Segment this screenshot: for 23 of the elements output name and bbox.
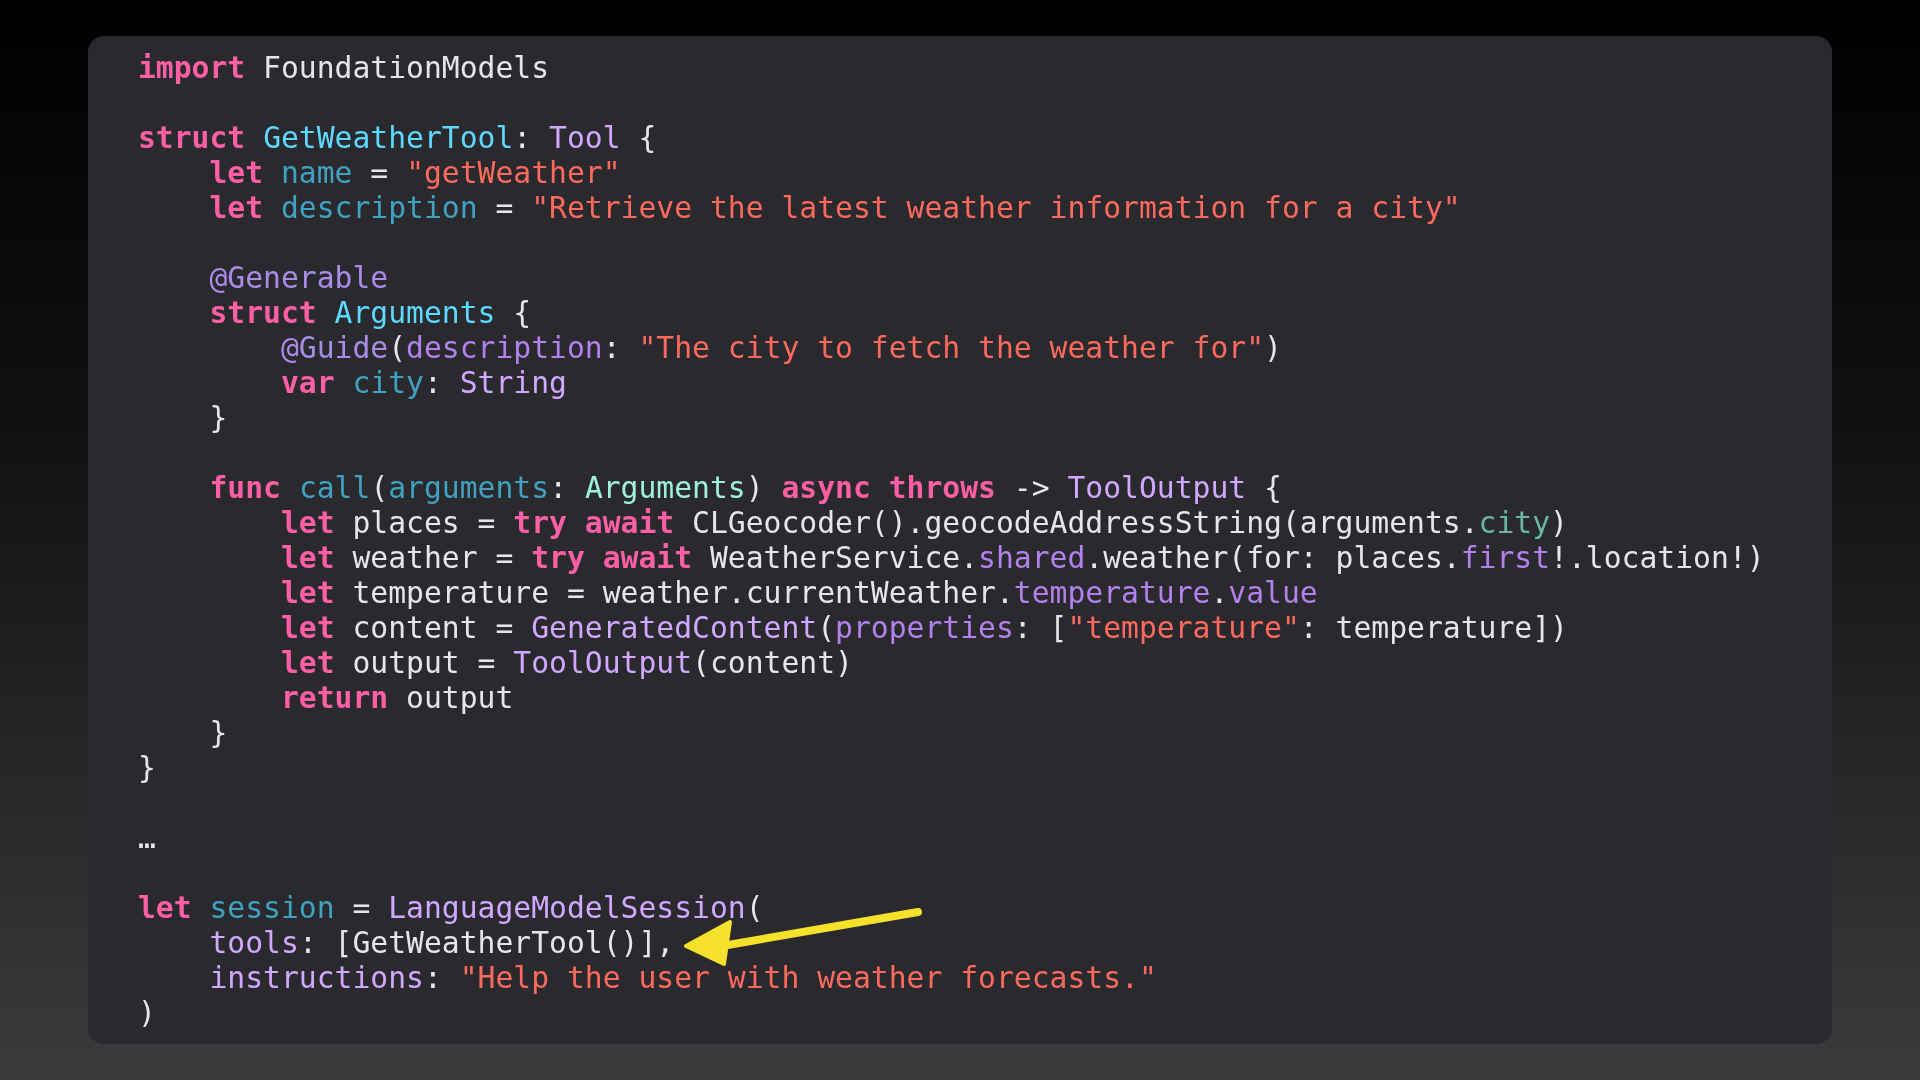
code-line: return output — [280, 680, 514, 715]
code-line: struct GetWeatherTool: Tool { — [138, 120, 657, 155]
code-line: func call(arguments: Arguments) async throws -> ToolOutput { — [208, 470, 1282, 505]
code-line: tools: [GetWeatherTool()], — [208, 925, 675, 960]
code-line: } — [138, 750, 156, 785]
code-line: let weather = try await WeatherService.shared.weather(for: places.first!.location!) — [280, 540, 1765, 575]
code-line: let description = "Retrieve the latest weather information for a city" — [208, 190, 1461, 225]
code-line: let content = GeneratedContent(properties: ["temperature": temperature]) — [280, 610, 1568, 645]
code-line: let places = try await CLGeocoder().geocodeAddressString(arguments.city) — [280, 505, 1568, 540]
code-line: struct Arguments { — [208, 295, 532, 330]
code-line: let output = ToolOutput(content) — [280, 645, 853, 680]
code-line: let temperature = weather.currentWeather.temperature.value — [280, 575, 1318, 610]
code-line: let name = "getWeather" — [208, 155, 621, 190]
code-line: instructions: "Help the user with weather forecasts." — [208, 960, 1157, 995]
code-line: } — [208, 715, 228, 750]
code-line: @Guide(description: "The city to fetch the weather for") — [280, 330, 1282, 365]
code-line: ) — [138, 995, 156, 1030]
code-line: … — [138, 820, 156, 855]
code-line: } — [208, 400, 228, 435]
code-line: let session = LanguageModelSession( — [138, 890, 764, 925]
code-line: var city: String — [280, 365, 567, 400]
code-line: @Generable — [208, 260, 389, 295]
code-line: import FoundationModels — [138, 50, 550, 85]
